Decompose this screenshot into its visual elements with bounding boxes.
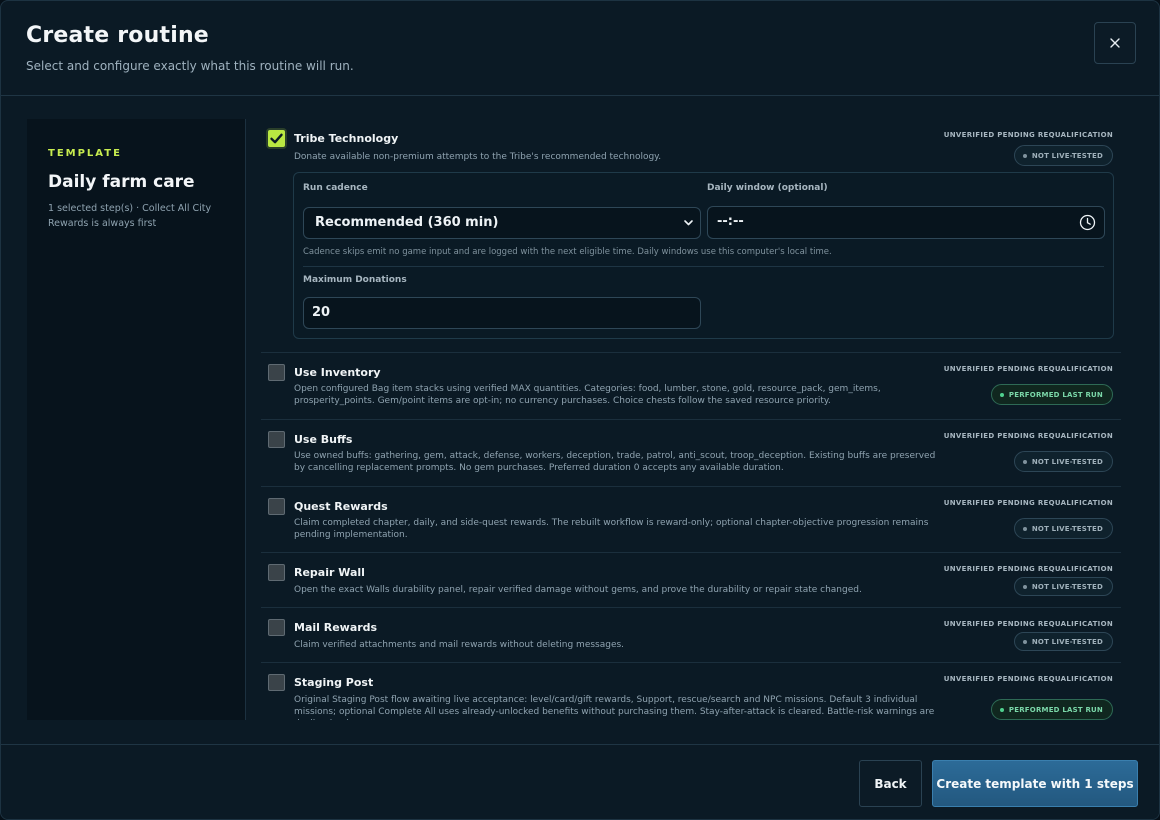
cadence-hint: Cadence skips emit no game input and are… (303, 247, 832, 257)
step-badge-label: NOT LIVE-TESTED (1031, 637, 1103, 646)
step-description: Donate available non-premium attempts to… (294, 152, 662, 162)
create-routine-modal: Create routine Select and configure exac… (0, 0, 1160, 820)
step-status: UNVERIFIED PENDING REQUALIFICATION (943, 131, 1113, 139)
status-dot-icon (1022, 526, 1027, 531)
step-checkbox[interactable] (268, 619, 285, 636)
step-checkbox[interactable] (268, 564, 285, 581)
step-title[interactable]: Tribe Technology (294, 132, 398, 145)
template-summary-panel: TEMPLATE Daily farm care 1 selected step… (27, 119, 246, 720)
step-description: Use owned buffs: gathering, gem, attack,… (294, 451, 936, 473)
step-status: UNVERIFIED PENDING REQUALIFICATION (943, 432, 1113, 440)
step-badge-label: PERFORMED LAST RUN (1008, 390, 1103, 399)
close-button[interactable] (1094, 22, 1136, 64)
modal-subtitle: Select and configure exactly what this r… (26, 59, 354, 73)
step-item-quest-rewards: Quest Rewards Claim completed chapter, d… (261, 487, 1121, 553)
daily-window-label: Daily window (optional) (707, 183, 828, 193)
step-title[interactable]: Use Inventory (294, 366, 381, 379)
modal-title: Create routine (26, 23, 209, 48)
step-item-staging-post: Staging Post Original Staging Post flow … (261, 663, 1121, 720)
step-description: Claim completed chapter, daily, and side… (294, 518, 929, 540)
step-title[interactable]: Staging Post (294, 676, 373, 689)
step-checkbox[interactable] (268, 364, 285, 381)
step-status: UNVERIFIED PENDING REQUALIFICATION (943, 675, 1113, 683)
step-badge: NOT LIVE-TESTED (1013, 518, 1113, 539)
step-list[interactable]: Tribe Technology Donate available non-pr… (261, 119, 1121, 720)
close-icon (1110, 38, 1120, 48)
step-checkbox[interactable] (268, 431, 285, 448)
template-kicker: TEMPLATE (48, 148, 122, 159)
config-divider (303, 266, 1104, 267)
step-item-use-buffs: Use Buffs Use owned buffs: gathering, ge… (261, 420, 1121, 487)
step-badge-label: PERFORMED LAST RUN (1008, 705, 1103, 714)
step-title[interactable]: Use Buffs (294, 433, 352, 446)
modal-header: Create routine Select and configure exac… (1, 1, 1159, 96)
step-badge: NOT LIVE-TESTED (1013, 632, 1113, 651)
checkmark-icon (270, 133, 283, 144)
step-description: Open the exact Walls durability panel, r… (294, 585, 862, 595)
step-badge-label: NOT LIVE-TESTED (1031, 457, 1103, 466)
step-config-panel: Run cadence Daily window (optional) Reco… (293, 172, 1114, 339)
step-status: UNVERIFIED PENDING REQUALIFICATION (943, 565, 1113, 573)
step-item-mail-rewards: Mail Rewards Claim verified attachments … (261, 608, 1121, 663)
daily-window-input[interactable]: --:-- (707, 206, 1105, 239)
run-cadence-label: Run cadence (303, 183, 368, 193)
chevron-down-icon (684, 220, 693, 226)
status-dot-icon (999, 707, 1004, 712)
step-checkbox[interactable] (268, 674, 285, 691)
step-badge: PERFORMED LAST RUN (990, 699, 1113, 720)
step-description: Claim verified attachments and mail rewa… (294, 640, 625, 650)
step-badge-label: NOT LIVE-TESTED (1031, 151, 1103, 160)
maximum-donations-input[interactable]: 20 (303, 297, 701, 329)
run-cadence-value: Recommended (360 min) (315, 215, 499, 230)
maximum-donations-label: Maximum Donations (303, 275, 407, 285)
step-checkbox[interactable] (268, 498, 285, 515)
template-description: 1 selected step(s) · Collect All City Re… (48, 203, 212, 229)
step-badge-label: NOT LIVE-TESTED (1031, 582, 1103, 591)
daily-window-value: --:-- (717, 214, 744, 229)
step-badge-label: NOT LIVE-TESTED (1031, 524, 1103, 533)
status-dot-icon (1022, 153, 1027, 158)
step-title[interactable]: Repair Wall (294, 566, 365, 579)
step-status: UNVERIFIED PENDING REQUALIFICATION (943, 499, 1113, 507)
modal-footer: Back Create template with 1 steps (1, 744, 1159, 819)
step-status: UNVERIFIED PENDING REQUALIFICATION (943, 365, 1113, 373)
status-dot-icon (999, 392, 1004, 397)
step-checkbox[interactable] (268, 130, 285, 147)
status-dot-icon (1022, 584, 1027, 589)
step-item-repair-wall: Repair Wall Open the exact Walls durabil… (261, 553, 1121, 608)
step-description: Original Staging Post flow awaiting live… (294, 695, 935, 720)
step-badge: NOT LIVE-TESTED (1013, 145, 1113, 166)
step-item-use-inventory: Use Inventory Open configured Bag item s… (261, 353, 1121, 420)
step-title[interactable]: Quest Rewards (294, 500, 388, 513)
back-button[interactable]: Back (859, 760, 922, 807)
create-template-button[interactable]: Create template with 1 steps (932, 760, 1138, 807)
step-item-tribe-technology: Tribe Technology Donate available non-pr… (261, 119, 1121, 353)
step-title[interactable]: Mail Rewards (294, 621, 377, 634)
step-status: UNVERIFIED PENDING REQUALIFICATION (943, 620, 1113, 628)
run-cadence-select[interactable]: Recommended (360 min) (303, 207, 701, 239)
template-name: Daily farm care (48, 172, 195, 192)
step-badge: PERFORMED LAST RUN (990, 384, 1113, 405)
status-dot-icon (1022, 459, 1027, 464)
step-badge: NOT LIVE-TESTED (1013, 577, 1113, 596)
step-description: Open configured Bag item stacks using ve… (294, 384, 881, 406)
clock-icon[interactable] (1079, 214, 1096, 231)
step-badge: NOT LIVE-TESTED (1013, 451, 1113, 472)
status-dot-icon (1022, 639, 1027, 644)
